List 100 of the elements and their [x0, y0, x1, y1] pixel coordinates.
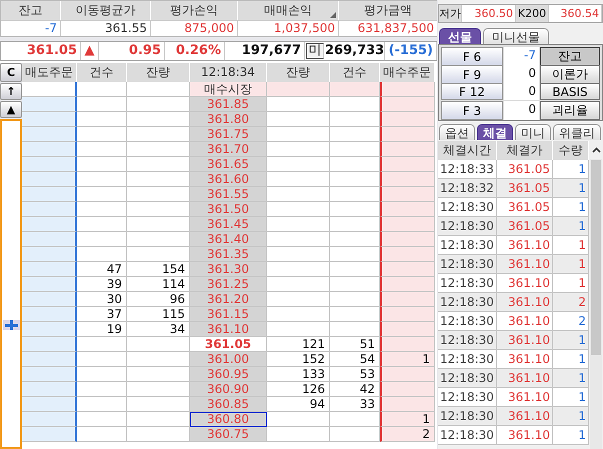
price-level[interactable]: 361.30: [190, 262, 267, 277]
trade-time: 12:18:30: [438, 293, 497, 312]
top-button[interactable]: ▲: [0, 101, 22, 118]
contract-button[interactable]: F 3: [441, 101, 503, 120]
trade-price: 361.05: [497, 217, 553, 236]
contract-button[interactable]: F 6: [441, 47, 503, 66]
column-header: 매매손익: [238, 1, 339, 20]
contract-value: 0: [504, 101, 539, 120]
ask-count: 37: [77, 307, 127, 322]
trade-quantity: 1: [553, 255, 589, 274]
trade-time: 12:18:30: [438, 426, 497, 445]
column-header: 매수주문: [380, 63, 435, 82]
up-button[interactable]: ↑: [0, 83, 22, 100]
contract-value: 0: [504, 83, 539, 100]
c-button[interactable]: C: [0, 63, 22, 82]
product-tab[interactable]: 선물: [439, 28, 481, 44]
current-price: 361.05: [1, 42, 81, 60]
price-level[interactable]: 360.85: [190, 397, 267, 412]
bid-count: 33: [330, 397, 380, 412]
trade-time: 12:18:30: [438, 407, 497, 426]
price-level[interactable]: 361.40: [190, 232, 267, 247]
column-header: 수량: [553, 141, 589, 160]
price-level[interactable]: 361.50: [190, 202, 267, 217]
scrollbar-thumb[interactable]: [591, 160, 601, 355]
price-level[interactable]: 361.65: [190, 157, 267, 172]
trade-price: 361.10: [497, 274, 553, 293]
trade-time: 12:18:30: [438, 350, 497, 369]
price-level[interactable]: 361.80: [190, 112, 267, 127]
price-level[interactable]: 361.70: [190, 142, 267, 157]
ask-count: 47: [77, 262, 127, 277]
view-button[interactable]: 괴리율: [540, 101, 600, 120]
trade-tab[interactable]: 미니: [515, 124, 551, 140]
price-level[interactable]: 360.95: [190, 367, 267, 382]
price-level[interactable]: 361.00: [190, 352, 267, 367]
scroll-up-button[interactable]: [590, 141, 602, 159]
bid-count: 53: [330, 367, 380, 382]
price-level[interactable]: 361.75: [190, 127, 267, 142]
price-level[interactable]: 361.85: [190, 97, 267, 112]
trade-quantity: 1: [553, 388, 589, 407]
bid-quantity: 133: [267, 367, 330, 382]
price-level[interactable]: 361.05: [190, 337, 267, 352]
product-tab[interactable]: 미니선물: [483, 28, 549, 44]
column-header: 체결시간: [438, 141, 497, 160]
trade-price: 361.10: [497, 293, 553, 312]
price-level[interactable]: 361.60: [190, 172, 267, 187]
trade-quantity: 1: [553, 236, 589, 255]
trade-time: 12:18:33: [438, 160, 497, 179]
trade-quantity: 2: [553, 293, 589, 312]
market-buy-button[interactable]: 매수시장: [190, 82, 267, 97]
ask-quantity: 114: [127, 277, 190, 292]
view-button[interactable]: 이론가: [540, 65, 600, 84]
ask-count: 30: [77, 292, 127, 307]
field-value: 360.54: [549, 5, 602, 22]
ask-quantity: 96: [127, 292, 190, 307]
view-button[interactable]: 잔고: [540, 47, 600, 66]
trade-price: 361.10: [497, 236, 553, 255]
price-level[interactable]: 360.75: [190, 427, 267, 442]
contract-button[interactable]: F 9: [441, 65, 503, 84]
buy-order: 1: [380, 352, 435, 367]
trade-price: 361.05: [497, 160, 553, 179]
bid-quantity: 126: [267, 382, 330, 397]
ask-count: 39: [77, 277, 127, 292]
price-level[interactable]: 361.10: [190, 322, 267, 337]
trade-time: 12:18:30: [438, 274, 497, 293]
trade-price: 361.10: [497, 407, 553, 426]
trade-time: 12:18:30: [438, 255, 497, 274]
open-interest-label: 미: [306, 43, 324, 59]
ask-quantity: 154: [127, 262, 190, 277]
price-level[interactable]: 361.15: [190, 307, 267, 322]
trade-tab[interactable]: 옵션: [439, 124, 475, 140]
contract-button[interactable]: F 12: [441, 83, 503, 100]
trade-quantity: 2: [553, 312, 589, 331]
trade-tab[interactable]: 체결: [477, 124, 513, 140]
chevron-up-icon: [592, 147, 600, 153]
field-label: K200: [516, 5, 549, 22]
trade-tab[interactable]: 위클리: [553, 124, 601, 140]
bid-count: 54: [330, 352, 380, 367]
price-level[interactable]: 361.25: [190, 277, 267, 292]
view-button[interactable]: BASIS: [540, 83, 600, 100]
plus-marker-icon[interactable]: [2, 320, 20, 330]
price-level[interactable]: 361.45: [190, 217, 267, 232]
bid-count: 42: [330, 382, 380, 397]
trade-quantity: 1: [553, 426, 589, 445]
column-header: 매도주문: [22, 63, 77, 82]
trade-quantity: 1: [553, 217, 589, 236]
summary-value: 1,037,500: [238, 20, 339, 36]
trade-time: 12:18:30: [438, 369, 497, 388]
price-level[interactable]: 361.20: [190, 292, 267, 307]
trade-time: 12:18:32: [438, 179, 497, 198]
column-header: 평가금액: [339, 1, 437, 20]
trade-time: 12:18:30: [438, 217, 497, 236]
price-level[interactable]: 361.35: [190, 247, 267, 262]
corner-triangle-icon: [330, 12, 336, 18]
price-level[interactable]: 361.55: [190, 187, 267, 202]
trade-quantity: 1: [553, 350, 589, 369]
trade-time: 12:18:30: [438, 198, 497, 217]
price-level[interactable]: 360.80: [190, 412, 267, 427]
bid-quantity: 152: [267, 352, 330, 367]
price-level[interactable]: 360.90: [190, 382, 267, 397]
contract-value: 0: [504, 65, 539, 84]
